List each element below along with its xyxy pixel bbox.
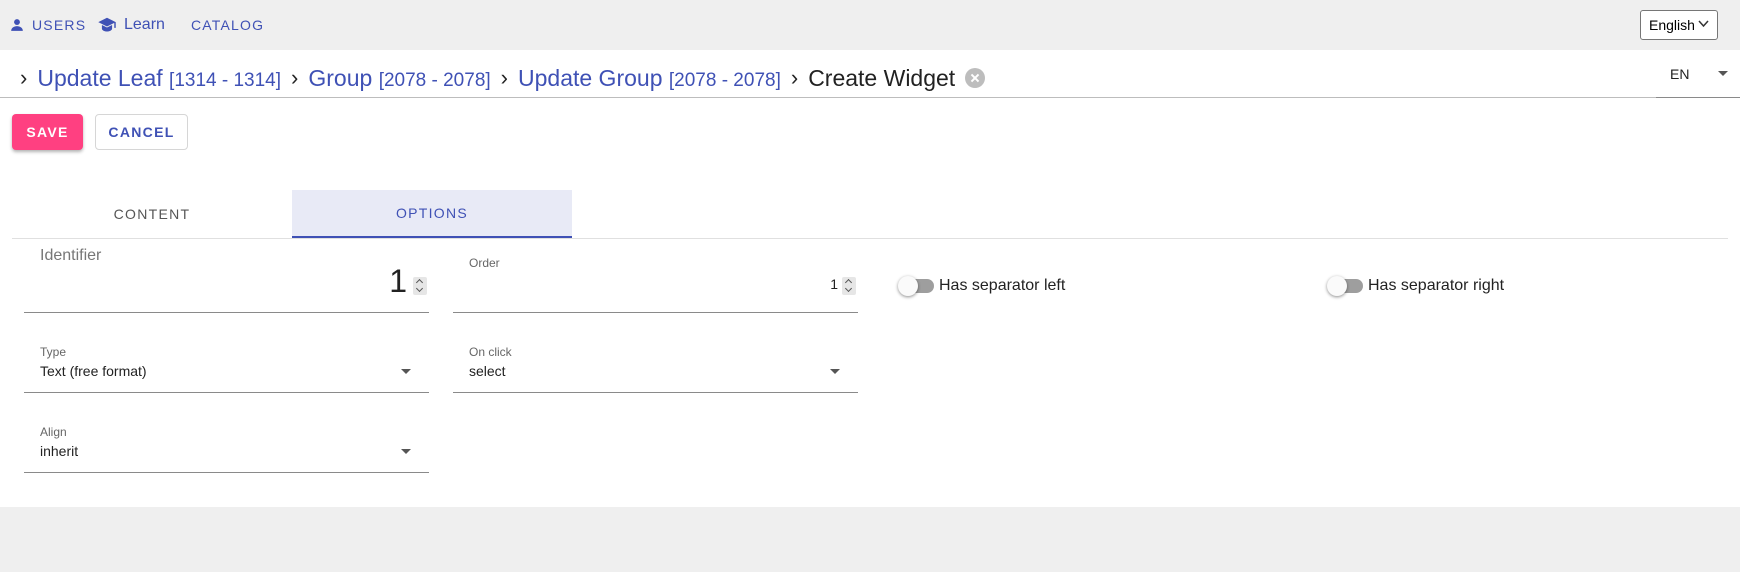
has-separator-right-toggle[interactable]: Has separator right	[1327, 276, 1505, 296]
breadcrumb-separator: ›	[291, 65, 299, 90]
close-icon[interactable]	[965, 68, 986, 88]
tabs-divider	[12, 238, 1728, 239]
order-value: 1	[830, 276, 838, 292]
school-icon	[98, 17, 116, 32]
order-field[interactable]: Order 1	[453, 243, 858, 313]
breadcrumb-separator: ›	[500, 65, 508, 90]
breadcrumb-label: Update Leaf	[37, 64, 163, 91]
on-click-label: On click	[469, 345, 512, 359]
breadcrumb-group[interactable]: Group [2078 - 2078]	[308, 65, 490, 92]
breadcrumb-update-leaf[interactable]: Update Leaf [1314 - 1314]	[37, 65, 281, 92]
breadcrumb-range: [2078 - 2078]	[378, 69, 491, 91]
dropdown-arrow-icon	[401, 369, 411, 374]
nav-learn-link[interactable]: Learn	[98, 14, 165, 36]
align-select[interactable]: Align inherit	[24, 393, 429, 473]
breadcrumb-range: [2078 - 2078]	[668, 69, 781, 91]
identifier-field[interactable]: Identifier 1	[24, 243, 429, 313]
nav-learn-label: Learn	[124, 16, 165, 33]
type-label: Type	[40, 345, 67, 359]
nav-users-label: USERS	[32, 17, 87, 33]
on-click-select[interactable]: On click select	[453, 313, 858, 393]
identifier-value: 1	[389, 263, 407, 299]
tab-options[interactable]: OPTIONS	[292, 190, 572, 238]
cancel-button[interactable]: CANCEL	[95, 114, 188, 150]
chevron-down-icon	[1698, 20, 1709, 28]
toggle-switch[interactable]	[1327, 276, 1363, 296]
has-separator-right-label: Has separator right	[1368, 277, 1505, 294]
dropdown-arrow-icon	[401, 449, 411, 454]
toggle-switch[interactable]	[898, 276, 934, 296]
breadcrumb-separator: ›	[790, 65, 799, 90]
on-click-value: select	[469, 363, 506, 379]
order-label: Order	[469, 256, 500, 270]
main-panel: › Update Leaf [1314 - 1314] › Group [207…	[0, 50, 1740, 507]
dropdown-arrow-icon	[830, 369, 840, 374]
breadcrumb-label: Group	[308, 64, 373, 91]
dropdown-arrow-icon	[1718, 71, 1728, 76]
tab-content[interactable]: CONTENT	[12, 190, 292, 238]
locale-select[interactable]: EN	[1656, 50, 1740, 98]
type-value: Text (free format)	[40, 363, 147, 379]
align-value: inherit	[40, 443, 79, 459]
order-stepper[interactable]	[842, 277, 856, 295]
language-select[interactable]: English	[1640, 10, 1718, 40]
breadcrumb-divider	[0, 97, 1656, 98]
breadcrumb-range: [1314 - 1314]	[169, 69, 282, 91]
has-separator-left-label: Has separator left	[939, 277, 1066, 294]
breadcrumb: › Update Leaf [1314 - 1314] › Group [207…	[20, 58, 986, 98]
breadcrumb-label: Update Group	[518, 64, 663, 91]
align-label: Align	[40, 425, 67, 439]
locale-select-value: EN	[1670, 65, 1690, 82]
identifier-stepper[interactable]	[413, 277, 427, 295]
language-select-value: English	[1649, 17, 1695, 33]
nav-users-link[interactable]: USERS	[10, 14, 86, 36]
has-separator-left-toggle[interactable]: Has separator left	[898, 276, 1066, 296]
nav-catalog-link[interactable]: CATALOG	[191, 14, 264, 36]
breadcrumb-separator: ›	[20, 65, 28, 90]
top-nav-bar: USERS Learn CATALOG English	[0, 0, 1740, 50]
save-button[interactable]: SAVE	[12, 114, 83, 150]
nav-catalog-label: CATALOG	[191, 17, 265, 33]
type-select[interactable]: Type Text (free format)	[24, 313, 429, 393]
identifier-label: Identifier	[40, 247, 102, 264]
breadcrumb-update-group[interactable]: Update Group [2078 - 2078]	[518, 65, 781, 92]
breadcrumb-current: Create Widget	[808, 64, 956, 91]
person-icon	[11, 19, 23, 31]
